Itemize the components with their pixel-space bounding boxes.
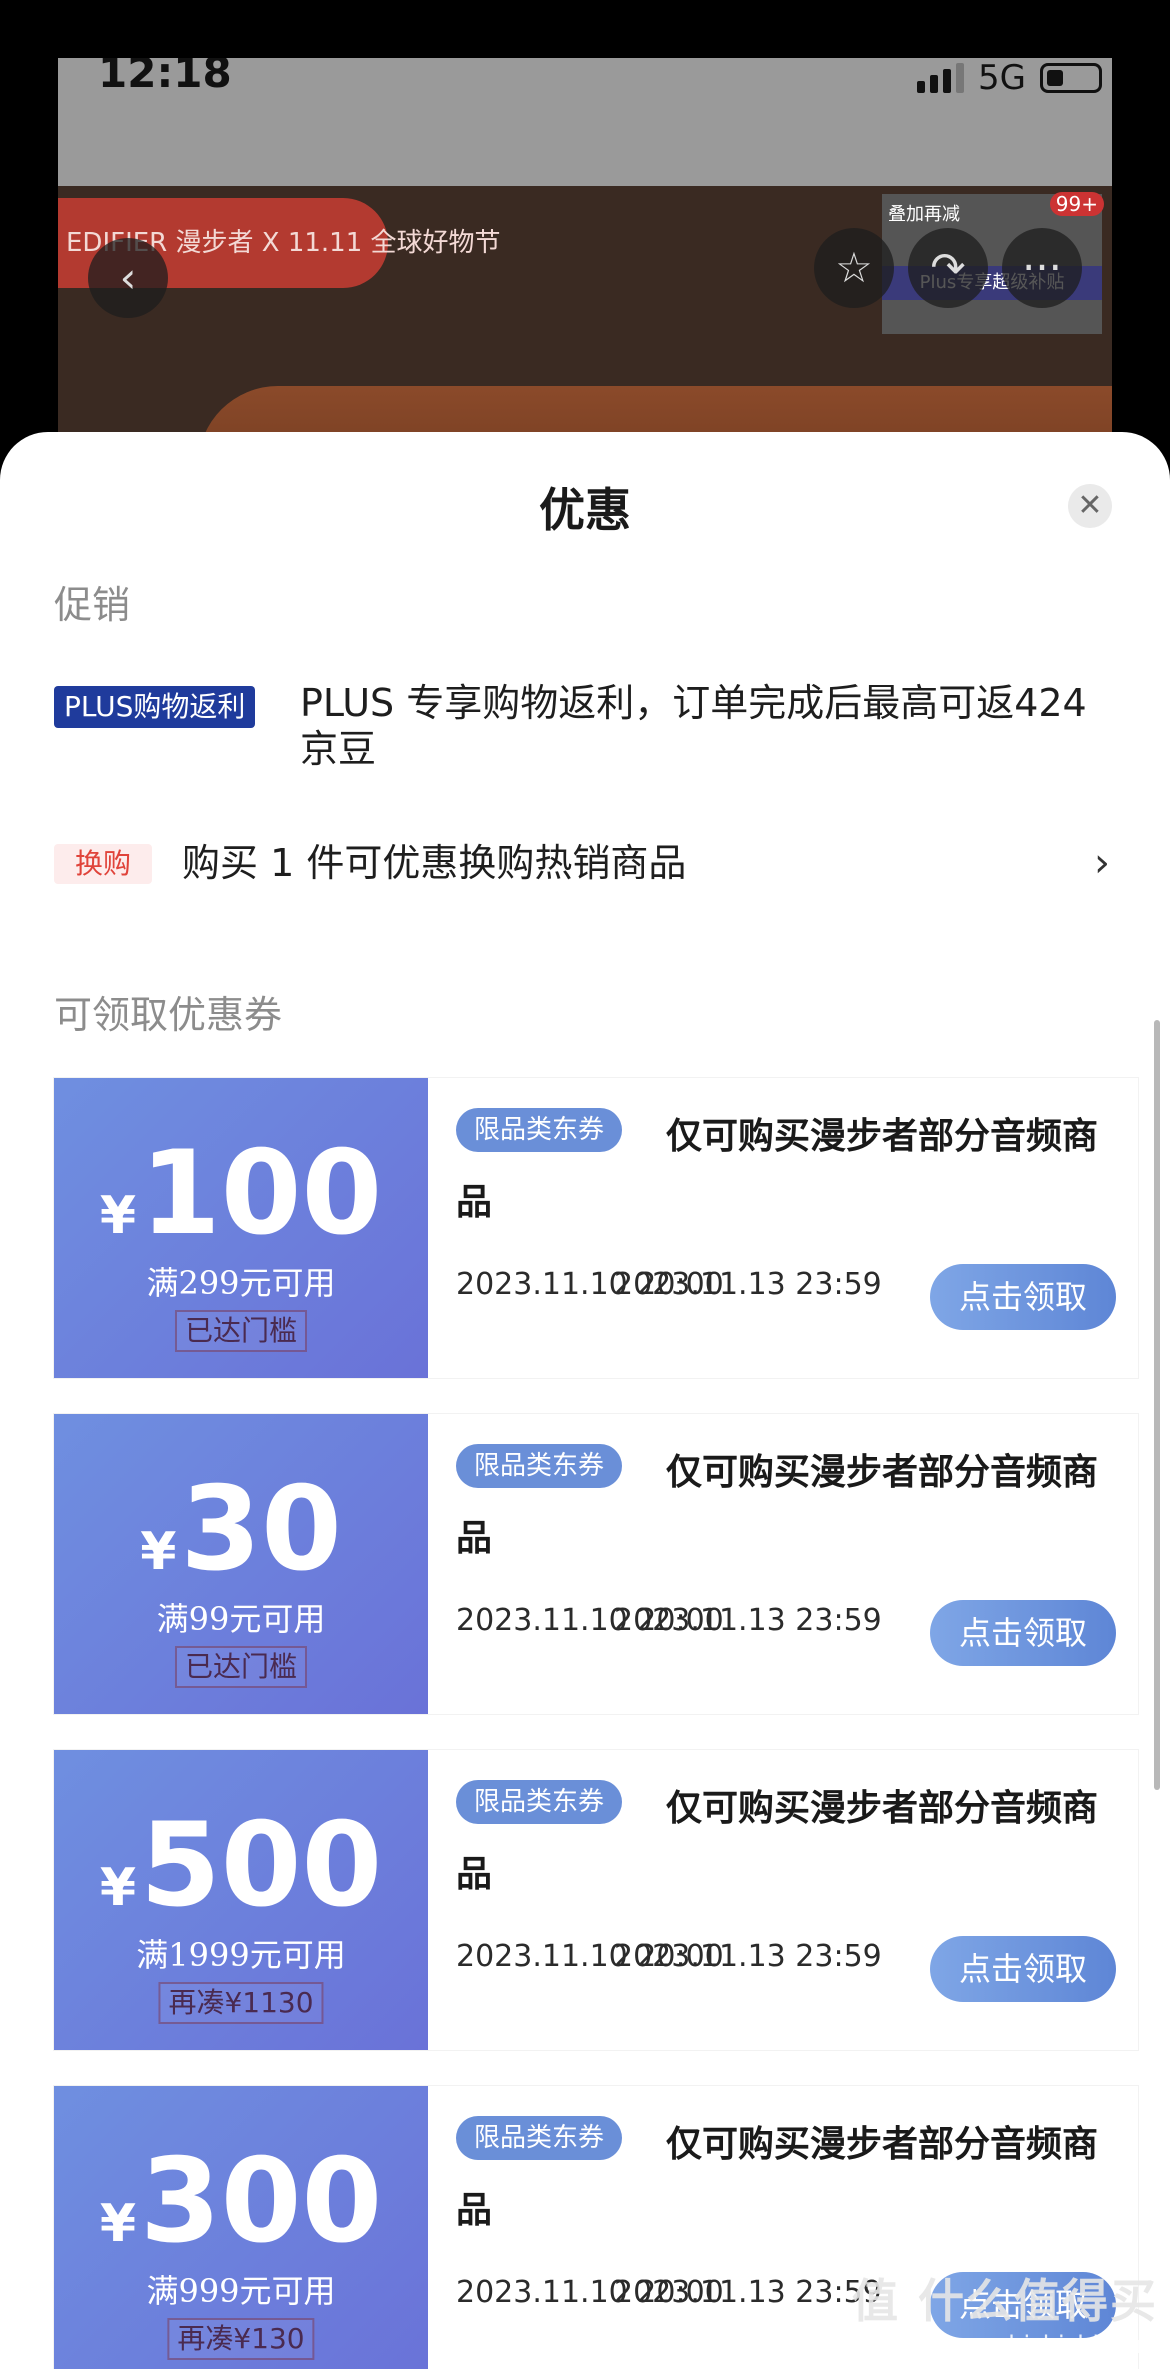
sheet-title: 优惠 (539, 483, 631, 537)
plus-rebate-tag: PLUS购物返利 (54, 686, 256, 728)
coupon-amount: ¥300 (99, 2134, 383, 2269)
signal-icon (917, 63, 965, 93)
coupon-threshold: 满99元可用 (156, 1600, 326, 1638)
coupon-status: 已达门槛 (174, 1310, 308, 1352)
coupon-card: ¥100 满299元可用 已达门槛 限品类东券 仅可购买漫步者部分音频商品 20… (54, 1078, 1138, 1378)
watermark: 值 什么值得买 zhizhizhi.com (852, 2265, 1158, 2359)
coupon-value-panel: ¥30 满99元可用 已达门槛 (54, 1414, 428, 1714)
coupon-threshold: 满999元可用 (146, 2272, 336, 2310)
coupon-card: ¥500 满1999元可用 再凑¥1130 限品类东券 仅可购买漫步者部分音频商… (54, 1750, 1138, 2050)
battery-icon (1040, 63, 1102, 93)
coupon-end-date: 2023.11.13 23:59 (614, 2275, 882, 2310)
promo-section-label: 促销 (54, 583, 131, 627)
coupon-threshold: 满299元可用 (146, 1264, 336, 1302)
coupon-amount: ¥30 (140, 1462, 342, 1597)
coupon-amount: ¥100 (99, 1126, 383, 1261)
back-arrow-icon[interactable]: ‹ (88, 238, 168, 318)
coupons-section-label: 可领取优惠券 (54, 993, 283, 1037)
coupon-end-date: 2023.11.13 23:59 (614, 1939, 882, 1974)
coupon-value-panel: ¥300 满999元可用 再凑¥130 (54, 2086, 428, 2369)
swap-tag: 换购 (54, 844, 152, 884)
coupon-description: 仅可购买漫步者部分音频商品 (456, 1116, 1099, 1223)
coupon-value-panel: ¥500 满1999元可用 再凑¥1130 (54, 1750, 428, 2050)
coupon-amount: ¥500 (99, 1798, 383, 1933)
coupon-status: 已达门槛 (174, 1646, 308, 1688)
status-indicators: 5G (917, 58, 1102, 98)
coupon-status: 再凑¥130 (167, 2318, 315, 2360)
offers-sheet: 优惠 ✕ 促销 PLUS购物返利 PLUS 专享购物返利，订单完成后最高可返42… (0, 432, 1170, 2369)
status-bar: 12:18 5G (58, 58, 1112, 186)
watermark-url: zhizhizhi.com (995, 2331, 1158, 2359)
coupon-end-date: 2023.11.13 23:59 (614, 1603, 882, 1638)
claim-coupon-button[interactable]: 点击领取 (930, 1264, 1116, 1330)
plus-rebate-text: PLUS 专享购物返利，订单完成后最高可返424 京豆 (300, 681, 1087, 771)
coupon-status: 再凑¥1130 (158, 1982, 324, 2024)
coupon-description: 仅可购买漫步者部分音频商品 (456, 1452, 1099, 1559)
star-icon[interactable]: ☆ (814, 228, 894, 308)
coupon-value-panel: ¥100 满299元可用 已达门槛 (54, 1078, 428, 1378)
status-time: 12:18 (98, 58, 232, 97)
claim-coupon-button[interactable]: 点击领取 (930, 1936, 1116, 2002)
share-icon[interactable]: ↷ (908, 228, 988, 308)
swap-text: 购买 1 件可优惠换购热销商品 (182, 841, 687, 885)
coupon-card: ¥30 满99元可用 已达门槛 限品类东券 仅可购买漫步者部分音频商品 2023… (54, 1414, 1138, 1714)
network-label: 5G (978, 58, 1026, 98)
background-page: 12:18 5G EDIFIER 漫步者 X 11.11 全球好物节 叠加再减 … (58, 58, 1112, 478)
claim-coupon-button[interactable]: 点击领取 (930, 1600, 1116, 1666)
coupon-description: 仅可购买漫步者部分音频商品 (456, 2124, 1099, 2231)
scrollbar[interactable] (1154, 1020, 1160, 1790)
watermark-logo: 值 什么值得买 (851, 2274, 1158, 2328)
coupon-threshold: 满1999元可用 (136, 1936, 346, 1974)
more-icon[interactable]: ··· (1002, 228, 1082, 308)
close-icon[interactable]: ✕ (1068, 484, 1112, 528)
coupon-description: 仅可购买漫步者部分音频商品 (456, 1788, 1099, 1895)
message-count-badge: 99+ (1049, 192, 1104, 216)
chevron-right-icon: › (1094, 840, 1110, 886)
promo-side-text: 叠加再减 (888, 204, 960, 225)
coupon-end-date: 2023.11.13 23:59 (614, 1267, 882, 1302)
